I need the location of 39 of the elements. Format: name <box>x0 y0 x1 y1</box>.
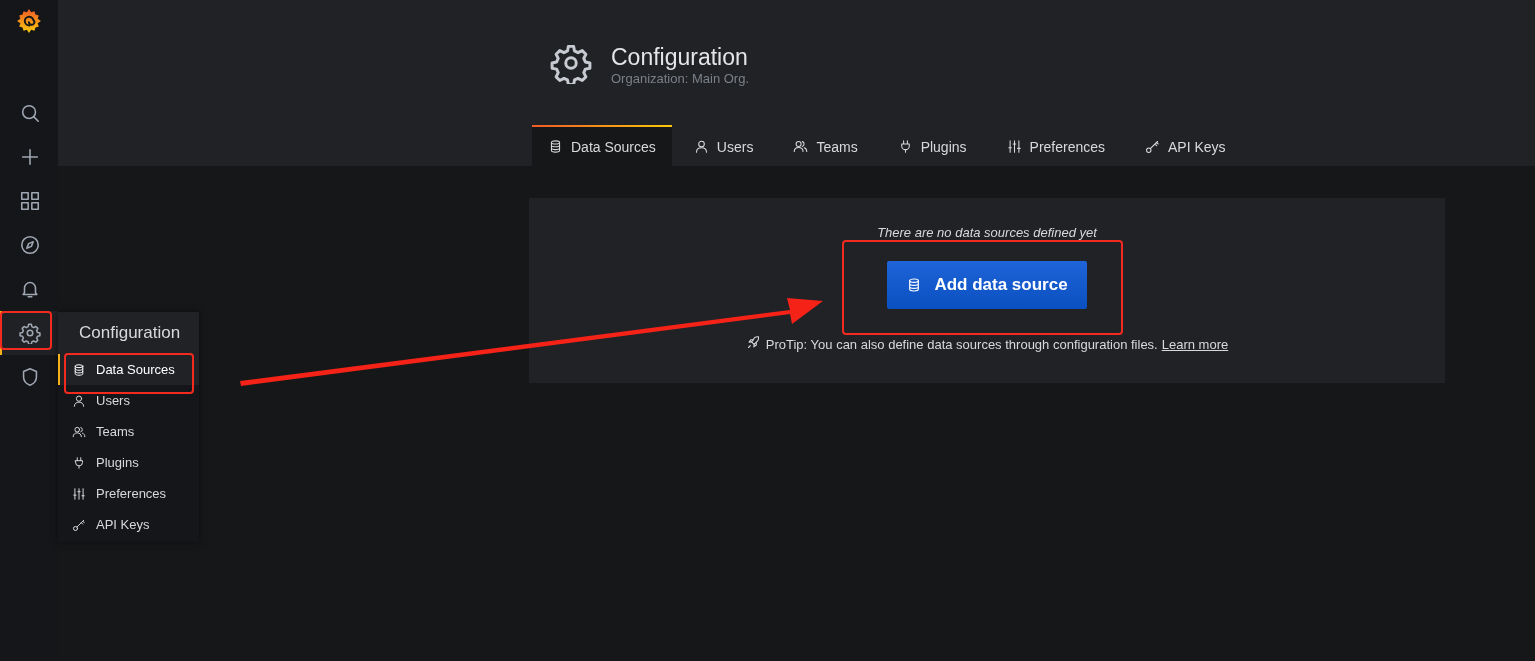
sliders-icon <box>1006 139 1022 154</box>
key-icon <box>72 517 86 532</box>
sliders-icon <box>72 486 86 501</box>
tab[interactable]: Data Sources <box>532 125 672 166</box>
search-icon <box>19 102 41 124</box>
plus-icon <box>19 146 41 168</box>
page-subtitle: Organization: Main Org. <box>611 71 749 87</box>
rocket-icon <box>745 335 761 350</box>
settings-icon <box>19 322 41 344</box>
tab[interactable]: Users <box>675 125 770 166</box>
user-icon <box>72 393 86 408</box>
tab[interactable]: Plugins <box>879 125 983 166</box>
settings-icon <box>550 42 592 84</box>
database-icon <box>72 362 86 377</box>
protip-text: ProTip: You can also define data sources through configuration files. <box>765 336 1158 352</box>
add-data-source-button[interactable]: Add data source <box>887 261 1087 309</box>
tab[interactable]: Teams <box>775 125 874 166</box>
page-title: Configuration <box>611 43 749 71</box>
menu-item[interactable]: Plugins <box>58 447 199 478</box>
empty-message: There are no data sources defined yet <box>877 225 1097 240</box>
plug-icon <box>72 455 86 470</box>
key-icon <box>1145 139 1161 154</box>
menu-item[interactable]: API Keys <box>58 509 199 540</box>
database-icon <box>548 139 563 154</box>
learn-more-link[interactable]: Learn more <box>1161 336 1229 352</box>
logo-icon[interactable] <box>16 8 42 34</box>
menu-title: Configuration <box>58 312 199 354</box>
users-icon <box>72 424 86 439</box>
highlight-frame <box>0 311 52 350</box>
compass-icon <box>19 234 41 256</box>
tab[interactable]: API Keys <box>1127 125 1242 166</box>
menu-item[interactable]: Preferences <box>58 478 199 509</box>
grid-icon <box>19 190 41 212</box>
menu-item[interactable]: Users <box>58 385 199 416</box>
users-icon <box>793 139 809 154</box>
user-icon <box>693 139 709 154</box>
menu-item[interactable]: Data Sources <box>58 354 199 385</box>
tab[interactable]: Preferences <box>988 125 1122 166</box>
menu-item[interactable]: Teams <box>58 416 199 447</box>
